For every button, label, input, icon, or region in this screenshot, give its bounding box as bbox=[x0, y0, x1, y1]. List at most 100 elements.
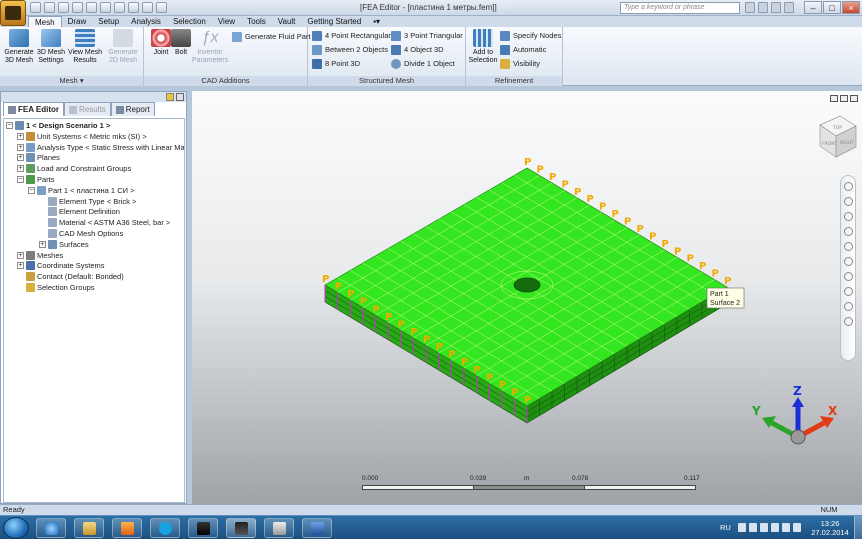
taskbar-word[interactable] bbox=[302, 518, 332, 538]
collapse-icon[interactable]: − bbox=[17, 176, 24, 183]
star-icon[interactable] bbox=[771, 2, 781, 13]
collapse-icon[interactable]: − bbox=[6, 122, 13, 129]
tab-extra-dropdown[interactable]: ▪▾ bbox=[367, 16, 386, 27]
tree-item[interactable]: + Analysis Type < Static Stress with Line… bbox=[17, 142, 184, 153]
tree-item[interactable]: + Meshes bbox=[17, 250, 63, 261]
taskbar-app-3[interactable] bbox=[264, 518, 294, 538]
show-desktop-button[interactable] bbox=[854, 516, 862, 539]
zoom-window-icon[interactable] bbox=[843, 317, 853, 326]
look-icon[interactable] bbox=[843, 257, 853, 266]
tab-analysis[interactable]: Analysis bbox=[125, 16, 167, 27]
tray-icon-3[interactable] bbox=[760, 523, 768, 532]
settings-icon[interactable] bbox=[142, 2, 153, 13]
pan-icon[interactable] bbox=[843, 212, 853, 221]
tray-icon-6[interactable] bbox=[793, 523, 801, 532]
divide-1-object-button[interactable]: Divide 1 Object bbox=[391, 58, 455, 70]
tab-tools[interactable]: Tools bbox=[241, 16, 272, 27]
expand-icon[interactable]: + bbox=[17, 132, 24, 140]
expand-icon[interactable]: + bbox=[17, 165, 24, 173]
select-icon[interactable] bbox=[100, 2, 111, 13]
tab-selection[interactable]: Selection bbox=[167, 16, 212, 27]
tree-item[interactable]: Material < ASTM A36 Steel, bar > bbox=[39, 217, 170, 228]
view-mesh-results-button[interactable]: View Mesh Results bbox=[66, 29, 104, 65]
8-point-3d-button[interactable]: 8 Point 3D bbox=[312, 58, 360, 70]
orbit-icon[interactable] bbox=[843, 242, 853, 251]
steering-wheel-icon[interactable] bbox=[843, 182, 853, 191]
properties-icon[interactable] bbox=[128, 2, 139, 13]
tree-item[interactable]: + Coordinate Systems bbox=[17, 260, 105, 271]
start-button[interactable] bbox=[3, 517, 29, 539]
print-icon[interactable] bbox=[114, 2, 125, 13]
3d-mesh-settings-button[interactable]: 3D Mesh Settings bbox=[34, 29, 68, 65]
tab-report[interactable]: Report bbox=[110, 102, 155, 116]
inventor-parameters-button[interactable]: ƒx Inventor Parameters bbox=[190, 29, 230, 65]
help-icon[interactable] bbox=[784, 2, 794, 13]
clock[interactable]: 13:26 27.02.2014 bbox=[808, 519, 852, 537]
tab-results[interactable]: Results bbox=[64, 102, 111, 116]
panel-close-icon[interactable] bbox=[176, 93, 184, 101]
tree-item[interactable]: − 1 < Design Scenario 1 > bbox=[6, 120, 110, 131]
new-icon[interactable] bbox=[30, 2, 41, 13]
tab-setup[interactable]: Setup bbox=[92, 16, 125, 27]
tab-mesh[interactable]: Mesh bbox=[28, 16, 62, 27]
tree-item[interactable]: + Planes bbox=[17, 152, 60, 163]
tree-item[interactable]: + Unit Systems < Metric mks (SI) > bbox=[17, 131, 147, 142]
fit-icon[interactable] bbox=[843, 302, 853, 311]
expand-icon[interactable]: + bbox=[39, 240, 46, 248]
close-button[interactable]: × bbox=[842, 1, 860, 14]
tree-item[interactable]: Element Definition bbox=[39, 206, 120, 217]
expand-icon[interactable]: + bbox=[17, 262, 24, 270]
graphics-viewport[interactable]: P P P P P P P P P P P P P P P P P P P P P P P P P P P P P P P P P P Part 1… bbox=[192, 91, 862, 504]
tray-icon-2[interactable] bbox=[749, 523, 757, 532]
taskbar-media-player[interactable] bbox=[112, 518, 142, 538]
expand-icon[interactable]: + bbox=[17, 143, 24, 151]
search-input[interactable]: Type a keyword or phrase bbox=[620, 2, 740, 14]
tree-item[interactable]: Selection Groups bbox=[17, 282, 95, 293]
collapse-icon[interactable]: − bbox=[28, 186, 35, 194]
save-icon[interactable] bbox=[58, 2, 69, 13]
taskbar-explorer[interactable] bbox=[74, 518, 104, 538]
walk-icon[interactable] bbox=[843, 287, 853, 296]
expand-icon[interactable]: + bbox=[17, 251, 24, 259]
taskbar-internet-explorer[interactable] bbox=[36, 518, 66, 538]
tree-item[interactable]: Element Type < Brick > bbox=[39, 196, 136, 207]
open-icon[interactable] bbox=[44, 2, 55, 13]
dropdown-icon[interactable] bbox=[156, 2, 167, 13]
tab-view[interactable]: View bbox=[212, 16, 241, 27]
tray-icon-1[interactable] bbox=[738, 523, 746, 532]
language-indicator[interactable]: RU bbox=[720, 523, 731, 532]
tree-item[interactable]: − Parts bbox=[17, 174, 55, 185]
tree-item[interactable]: CAD Mesh Options bbox=[39, 228, 123, 239]
tab-draw[interactable]: Draw bbox=[62, 16, 93, 27]
tree-item[interactable]: + Surfaces bbox=[39, 239, 89, 250]
subscription-icon[interactable] bbox=[758, 2, 768, 13]
4-object-3d-button[interactable]: 4 Object 3D bbox=[391, 44, 444, 56]
add-to-selection-button[interactable]: Add to Selection bbox=[466, 29, 500, 65]
taskbar-app-2[interactable] bbox=[226, 518, 256, 538]
4-point-rectangular-button[interactable]: 4 Point Rectangular bbox=[312, 30, 391, 42]
3-point-triangular-button[interactable]: 3 Point Triangular bbox=[391, 30, 463, 42]
visibility-button[interactable]: Visibility bbox=[500, 58, 540, 70]
center-icon[interactable] bbox=[843, 272, 853, 281]
specify-nodes-button[interactable]: Specify Nodes bbox=[500, 30, 561, 42]
generate-3d-mesh-button[interactable]: Generate 3D Mesh bbox=[2, 29, 36, 65]
application-menu-button[interactable] bbox=[0, 0, 26, 26]
tray-icon-4[interactable] bbox=[771, 523, 779, 532]
between-2-objects-button[interactable]: Between 2 Objects bbox=[312, 44, 388, 56]
generate-fluid-part-button[interactable]: Generate Fluid Part bbox=[232, 31, 310, 43]
generate-2d-mesh-button[interactable]: Generate 2D Mesh bbox=[106, 29, 140, 65]
expand-icon[interactable]: + bbox=[17, 154, 24, 162]
taskbar-app-1[interactable] bbox=[188, 518, 218, 538]
tab-getting-started[interactable]: Getting Started bbox=[301, 16, 367, 27]
tab-vault[interactable]: Vault bbox=[272, 16, 302, 27]
minimize-button[interactable]: – bbox=[804, 1, 822, 14]
tree-item[interactable]: Contact (Default: Bonded) bbox=[17, 271, 124, 282]
tray-icon-5[interactable] bbox=[782, 523, 790, 532]
full-wheel-icon[interactable] bbox=[843, 197, 853, 206]
tree-item[interactable]: + Load and Constraint Groups bbox=[17, 163, 131, 174]
undo-icon[interactable] bbox=[72, 2, 83, 13]
binoculars-icon[interactable] bbox=[745, 2, 755, 13]
pin-icon[interactable] bbox=[166, 93, 174, 101]
maximize-button[interactable]: □ bbox=[823, 1, 841, 14]
tree-item[interactable]: − Part 1 < пластина 1 СИ > bbox=[28, 185, 134, 196]
